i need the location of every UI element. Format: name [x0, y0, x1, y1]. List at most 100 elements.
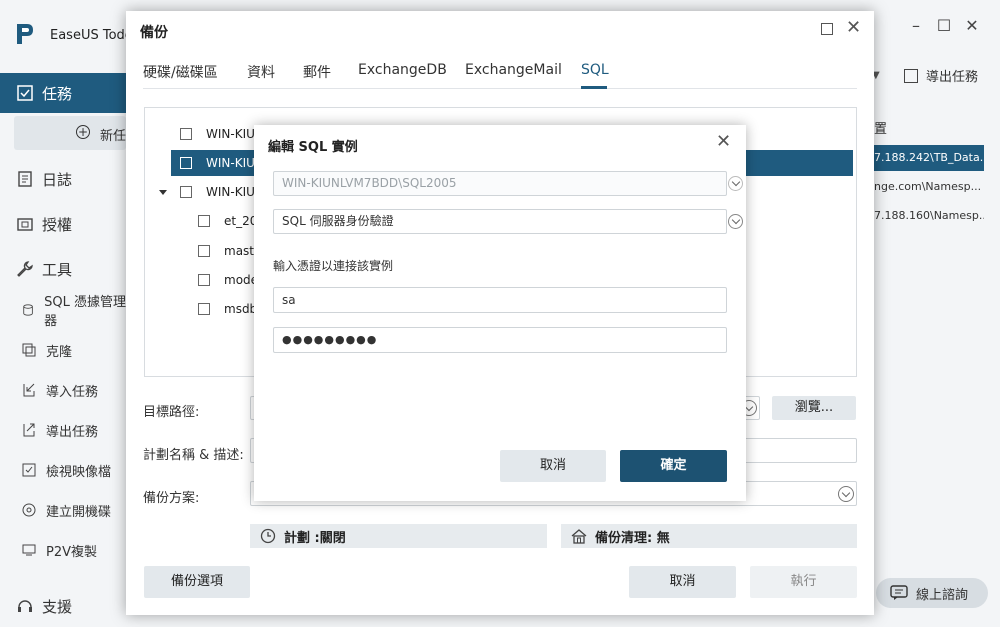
export-task-button[interactable]: 導出任務: [904, 66, 978, 85]
browse-button[interactable]: 瀏覽...: [772, 396, 856, 420]
sidebar-item-clone[interactable]: 克隆: [0, 335, 126, 365]
sidebar-item-sql-credentials[interactable]: SQL 憑據管理器: [0, 295, 126, 329]
table-row[interactable]: 7.188.160\Namesp...: [874, 203, 984, 229]
checkbox[interactable]: [198, 245, 210, 257]
check-image-icon: [22, 463, 36, 477]
tab-divider: [143, 88, 857, 89]
backup-options-button[interactable]: 備份選項: [144, 566, 250, 598]
chevron-down-icon[interactable]: [728, 176, 743, 191]
table-row[interactable]: nge.com\Namesp...: [874, 174, 984, 200]
new-task-button[interactable]: + 新任: [14, 116, 126, 150]
schedule-label: 計劃 :關閉: [284, 530, 346, 546]
dialog-title: 備份: [140, 25, 168, 41]
sidebar-item-boot-disk[interactable]: 建立開機碟: [0, 495, 126, 525]
sidebar-item-support[interactable]: 支援: [0, 586, 126, 626]
tree-row[interactable]: maste: [198, 238, 261, 264]
sidebar-item-tools[interactable]: 工具: [0, 249, 126, 289]
cancel-button[interactable]: 取消: [500, 450, 606, 482]
import-icon: [23, 383, 35, 397]
disc-icon: [22, 503, 36, 517]
checkbox[interactable]: [180, 186, 192, 198]
online-help-button[interactable]: 線上諮詢: [876, 578, 988, 608]
tab-sql[interactable]: SQL: [581, 62, 609, 78]
sidebar-item-label: 授權: [42, 215, 73, 234]
checkbox[interactable]: [198, 215, 210, 227]
sidebar-item-label: 任務: [42, 84, 73, 103]
active-tab-indicator: [581, 86, 607, 89]
username-field[interactable]: [273, 287, 727, 313]
tab-data[interactable]: 資料: [247, 62, 275, 82]
backup-cleanup-bar[interactable]: 備份清理: 無: [561, 524, 857, 548]
sidebar-item-label: 克隆: [46, 344, 73, 360]
credentials-prompt: 輸入憑證以連接該實例: [273, 259, 394, 273]
tree-row[interactable]: WIN-KIU: [180, 179, 255, 205]
chevron-down-icon[interactable]: [728, 214, 743, 229]
new-task-label: 新任: [100, 129, 127, 144]
close-icon[interactable]: ✕: [962, 16, 982, 36]
plus-icon: +: [76, 125, 90, 139]
tree-row[interactable]: msdb: [198, 296, 257, 322]
tree-row[interactable]: WIN-KIU: [180, 121, 255, 147]
cancel-button[interactable]: 取消: [629, 566, 736, 598]
sidebar-item-label: 工具: [42, 260, 73, 279]
tree-row-label: et_20: [224, 214, 258, 228]
app-logo-icon: [17, 24, 33, 44]
export-icon: [904, 69, 918, 83]
sidebar-item-p2v[interactable]: P2V複製: [0, 535, 126, 565]
clock-icon: [260, 528, 276, 544]
maximize-icon[interactable]: [821, 23, 833, 35]
app-name: EaseUS Todo: [50, 28, 133, 43]
sidebar-item-task[interactable]: 任務: [0, 73, 126, 113]
ok-button[interactable]: 確定: [620, 450, 727, 482]
tab-exchangemail[interactable]: ExchangeMail: [465, 62, 562, 78]
tree-row-label: WIN-KIU: [206, 156, 255, 170]
password-field[interactable]: ●●●●●●●●●: [273, 327, 727, 353]
checkbox[interactable]: [198, 303, 210, 315]
edit-sql-instance-dialog: 編輯 SQL 實例 ✕ WIN-KIUNLVM7BDD\SQL2005 SQL …: [254, 125, 746, 501]
checkbox[interactable]: [180, 157, 192, 169]
export-task-label: 導出任務: [926, 70, 979, 85]
tab-disk-partition[interactable]: 硬碟/磁碟區: [143, 62, 218, 82]
tab-mail[interactable]: 郵件: [303, 62, 331, 82]
sidebar-item-label: 導入任務: [46, 384, 99, 400]
support-icon: [18, 600, 32, 612]
schedule-bar[interactable]: 計劃 :關閉: [250, 524, 547, 548]
tree-row-label: msdb: [224, 302, 258, 316]
chevron-down-icon[interactable]: [838, 486, 854, 502]
close-icon[interactable]: ✕: [846, 17, 861, 38]
close-icon[interactable]: ✕: [716, 131, 731, 152]
dialog-title: 編輯 SQL 實例: [268, 140, 358, 155]
sidebar-item-label: 建立開機碟: [46, 504, 112, 520]
instance-select[interactable]: WIN-KIUNLVM7BDD\SQL2005: [273, 171, 743, 196]
license-icon: [17, 218, 33, 231]
tree-row[interactable]: mode: [198, 267, 258, 293]
auth-mode-select[interactable]: SQL 伺服器身份驗證: [273, 209, 743, 234]
sidebar-item-log[interactable]: 日誌: [0, 159, 126, 199]
tab-exchangedb[interactable]: ExchangeDB: [358, 62, 447, 78]
monitor-icon: [22, 544, 36, 556]
tree-row-label: WIN-KIU: [206, 127, 255, 141]
minimize-icon[interactable]: –: [906, 16, 926, 36]
run-button[interactable]: 執行: [750, 566, 857, 598]
tree-row-label: WIN-KIU: [206, 185, 255, 199]
password-value: ●●●●●●●●●: [282, 333, 378, 346]
sidebar-item-label: 支援: [42, 597, 73, 616]
target-path-label: 目標路徑:: [143, 405, 200, 420]
plan-name-label: 計劃名稱 & 描述:: [143, 448, 244, 463]
sidebar-item-label: P2V複製: [46, 544, 98, 560]
sidebar-item-view-image[interactable]: 檢視映像檔: [0, 455, 126, 485]
sidebar-item-label: 檢視映像檔: [46, 464, 112, 480]
sidebar-item-import-task[interactable]: 導入任務: [0, 375, 126, 405]
column-header-location: 置: [874, 122, 888, 137]
table-row[interactable]: 7.188.242\TB_Data...: [874, 145, 984, 171]
maximize-icon[interactable]: ☐: [934, 16, 954, 36]
checkbox[interactable]: [198, 274, 210, 286]
checkbox[interactable]: [180, 128, 192, 140]
tree-row[interactable]: et_20: [198, 208, 257, 234]
expand-arrow-icon[interactable]: [159, 190, 167, 195]
sidebar-item-export-task[interactable]: 導出任務: [0, 415, 126, 445]
auth-mode-value: SQL 伺服器身份驗證: [282, 214, 394, 228]
sidebar-item-license[interactable]: 授權: [0, 204, 126, 244]
online-help-label: 線上諮詢: [916, 587, 969, 603]
sidebar-item-label: 日誌: [42, 170, 73, 189]
